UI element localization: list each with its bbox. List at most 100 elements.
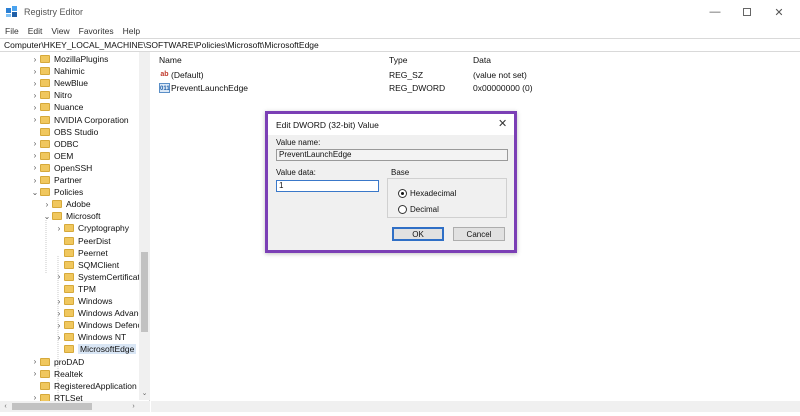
scroll-left-icon[interactable]: ‹: [0, 401, 11, 412]
tree-item[interactable]: › Windows Defenc: [54, 319, 142, 331]
chevron-right-icon[interactable]: ›: [30, 55, 40, 64]
chevron-right-icon[interactable]: ›: [42, 200, 52, 209]
value-data-input[interactable]: 1: [276, 180, 379, 192]
tree-item-label: Microsoft: [66, 211, 101, 222]
dialog-close-icon[interactable]: ✕: [498, 117, 507, 130]
tree-item[interactable]: › MozillaPlugins: [30, 53, 109, 65]
value-name-field[interactable]: PreventLaunchEdge: [276, 149, 508, 161]
column-header-type[interactable]: Type: [389, 55, 407, 65]
folder-icon: [40, 139, 50, 148]
column-header-name[interactable]: Name: [159, 55, 182, 65]
chevron-right-icon[interactable]: ›: [30, 103, 40, 112]
menu-view[interactable]: View: [51, 26, 69, 36]
registry-tree[interactable]: › MozillaPlugins › Nahimic › NewBlue › Nitro › Nu…: [0, 52, 150, 404]
close-icon: ✕: [774, 6, 784, 19]
folder-icon: [40, 103, 50, 112]
radio-decimal[interactable]: Decimal: [398, 205, 439, 214]
tree-item[interactable]: › ODBC: [30, 138, 79, 150]
tree-item[interactable]: › OpenSSH: [30, 162, 93, 174]
value-row-preventlaunchedge[interactable]: 011 PreventLaunchEdge REG_DWORD 0x000000…: [151, 81, 800, 94]
tree-item[interactable]: ⌄ Microsoft: [42, 210, 101, 222]
chevron-down-icon[interactable]: ⌄: [30, 188, 40, 197]
chevron-right-icon[interactable]: ›: [30, 115, 40, 124]
tree-item[interactable]: › Cryptography: [54, 222, 129, 234]
value-name-label: Value name:: [276, 138, 321, 147]
tree-item[interactable]: › Nuance: [30, 101, 84, 113]
tree-item[interactable]: › NVIDIA Corporation: [30, 114, 129, 126]
chevron-right-icon[interactable]: ›: [54, 321, 64, 330]
tree-item[interactable]: › OEM: [30, 150, 74, 162]
chevron-right-icon[interactable]: ›: [30, 369, 40, 378]
tree-item-label: OpenSSH: [54, 162, 93, 173]
folder-icon: [40, 163, 50, 172]
folder-icon: [64, 284, 74, 293]
cancel-button[interactable]: Cancel: [453, 227, 505, 241]
tree-item[interactable]: › Partner: [30, 174, 82, 186]
tree-item[interactable]: › Realtek: [30, 368, 83, 380]
tree-item[interactable]: PeerDist: [54, 235, 111, 247]
tree-item[interactable]: › Adobe: [42, 198, 91, 210]
chevron-right-icon[interactable]: ›: [30, 151, 40, 160]
maximize-button[interactable]: [730, 0, 764, 24]
chevron-right-icon[interactable]: ›: [30, 139, 40, 148]
chevron-right-icon[interactable]: ›: [54, 309, 64, 318]
chevron-right-icon[interactable]: ›: [54, 224, 64, 233]
menu-favorites[interactable]: Favorites: [79, 26, 114, 36]
tree-item-label: Windows NT: [78, 332, 127, 343]
tree-horizontal-scrollbar[interactable]: ‹ ›: [0, 401, 150, 412]
menu-help[interactable]: Help: [123, 26, 140, 36]
title-bar: Registry Editor — ✕: [0, 0, 800, 24]
tree-item[interactable]: RegisteredApplication: [30, 380, 137, 392]
tree-vertical-scrollbar[interactable]: ⌄: [139, 52, 150, 400]
tree-item[interactable]: SQMClient: [54, 259, 119, 271]
chevron-right-icon[interactable]: ›: [30, 357, 40, 366]
tree-item[interactable]: › Windows: [54, 295, 113, 307]
value-row-default[interactable]: ab (Default) REG_SZ (value not set): [151, 68, 800, 81]
tree-item[interactable]: › Windows NT: [54, 331, 127, 343]
scroll-down-icon[interactable]: ⌄: [139, 389, 150, 400]
tree-item-label: Policies: [54, 187, 84, 198]
tree-vertical-scroll-thumb[interactable]: [141, 252, 148, 332]
address-bar[interactable]: Computer\HKEY_LOCAL_MACHINE\SOFTWARE\Pol…: [0, 38, 800, 52]
folder-icon: [64, 224, 74, 233]
tree-item-label: Partner: [54, 175, 82, 185]
ok-button[interactable]: OK: [392, 227, 444, 241]
tree-item[interactable]: MicrosoftEdge: [54, 343, 137, 355]
chevron-right-icon[interactable]: ›: [54, 297, 64, 306]
chevron-right-icon[interactable]: ›: [54, 333, 64, 342]
radio-hexadecimal[interactable]: Hexadecimal: [398, 189, 456, 198]
chevron-right-icon[interactable]: ›: [30, 91, 40, 100]
tree-item[interactable]: › Nitro: [30, 89, 72, 101]
chevron-right-icon[interactable]: ›: [54, 272, 64, 281]
tree-item[interactable]: › Nahimic: [30, 65, 85, 77]
string-value-icon: ab: [160, 71, 169, 78]
tree-item[interactable]: › NewBlue: [30, 77, 88, 89]
values-list-header: Name Type Data: [151, 52, 800, 66]
tree-horizontal-scroll-thumb[interactable]: [12, 403, 92, 410]
edit-dword-dialog: Edit DWORD (32-bit) Value ✕ Value name: …: [265, 111, 517, 253]
chevron-right-icon[interactable]: ›: [30, 79, 40, 88]
close-button[interactable]: ✕: [762, 0, 796, 24]
tree-item[interactable]: ⌄ Policies: [30, 186, 84, 198]
tree-item[interactable]: › proDAD: [30, 356, 85, 368]
folder-icon: [52, 200, 62, 209]
chevron-right-icon[interactable]: ›: [30, 67, 40, 76]
tree-item[interactable]: › Windows Advanc: [54, 307, 143, 319]
folder-icon: [40, 115, 50, 124]
minimize-button[interactable]: —: [698, 0, 732, 24]
tree-item[interactable]: › SystemCertificate: [54, 271, 145, 283]
chevron-right-icon[interactable]: ›: [30, 176, 40, 185]
chevron-right-icon[interactable]: ›: [30, 163, 40, 172]
maximize-icon: [743, 8, 751, 16]
menu-file[interactable]: File: [5, 26, 19, 36]
column-header-data[interactable]: Data: [473, 55, 491, 65]
tree-item-label: Adobe: [66, 199, 91, 210]
tree-item[interactable]: TPM: [54, 283, 96, 295]
tree-item[interactable]: Peernet: [54, 247, 108, 259]
scroll-right-icon[interactable]: ›: [128, 401, 139, 412]
values-horizontal-scrollbar[interactable]: [151, 401, 800, 412]
menu-edit[interactable]: Edit: [28, 26, 43, 36]
chevron-down-icon[interactable]: ⌄: [42, 212, 52, 221]
tree-item[interactable]: OBS Studio: [30, 126, 98, 138]
value-name: PreventLaunchEdge: [171, 83, 249, 93]
